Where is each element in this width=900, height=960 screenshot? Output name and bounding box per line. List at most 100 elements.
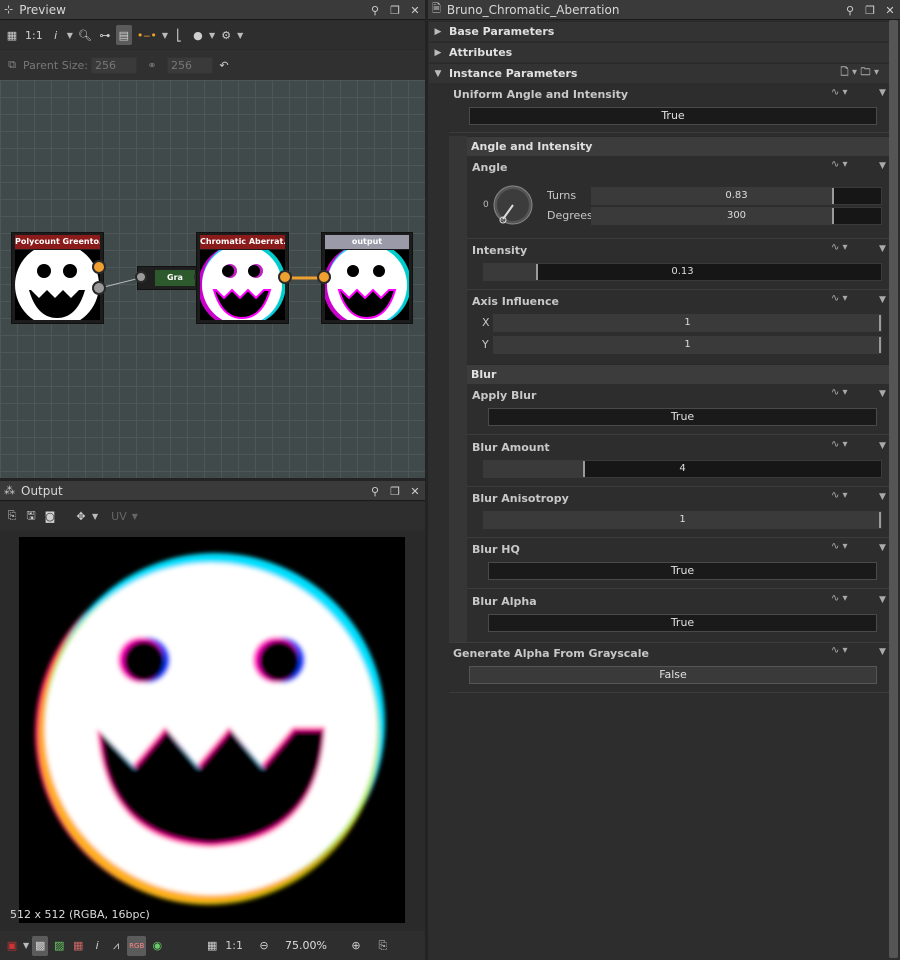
zoom-icon[interactable]: 🔍︎ — [76, 25, 94, 45]
copy-image-icon[interactable]: ⎘ — [4, 506, 20, 526]
bake-icon[interactable]: ● — [190, 25, 206, 45]
param-function-icon[interactable]: ∿ ▾ — [831, 593, 848, 604]
param-function-icon[interactable]: ∿ ▾ — [831, 439, 848, 450]
pin-icon[interactable]: ⚲ — [842, 2, 858, 18]
info-dropdown-icon[interactable]: ▼ — [67, 31, 73, 40]
section-instance-parameters[interactable]: ▼ Instance Parameters 🗋 ▾ 🗀 ▾ — [429, 63, 889, 83]
output-port-orange[interactable] — [92, 260, 106, 274]
input-port[interactable] — [135, 271, 147, 283]
node-title: Chromatic Aberrat... — [200, 235, 285, 249]
float-icon[interactable]: ❐ — [387, 2, 403, 18]
param-collapse-icon[interactable]: ▼ — [879, 492, 886, 502]
link-elbow-icon[interactable]: ⎣ — [171, 25, 187, 45]
axis-y-slider[interactable]: 1 — [493, 336, 882, 354]
output-bottom-toolbar: ▣ ▼ ▩ ▨ ▦ i ⩘ RGB ◉ ▦ 1:1 ⊖ 75.00% ⊕ ⎘ — [0, 931, 425, 960]
ratio-button[interactable]: 1:1 — [223, 936, 245, 956]
channels-dropdown-icon[interactable]: ▼ — [92, 512, 98, 521]
node-chromatic-aberration[interactable]: Chromatic Aberrat... — [196, 232, 289, 324]
angle-dial[interactable] — [491, 183, 537, 229]
param-function-icon[interactable]: ∿ ▾ — [831, 293, 848, 304]
color-wheel-icon[interactable]: ◉ — [149, 936, 165, 956]
settings-gear-icon[interactable]: ⚙ — [218, 25, 234, 45]
axis-x-slider[interactable]: 1 — [493, 314, 882, 332]
input-port[interactable] — [317, 270, 331, 284]
section-attributes[interactable]: ▶ Attributes — [429, 42, 889, 62]
degrees-slider[interactable]: 300 — [591, 207, 882, 225]
section-blur[interactable]: ▼ Blur — [449, 364, 889, 384]
section-base-parameters[interactable]: ▶ Base Parameters — [429, 21, 889, 41]
zoom-in-icon[interactable]: ⊕ — [348, 936, 364, 956]
close-icon[interactable]: ✕ — [882, 2, 898, 18]
settings-dropdown-icon[interactable]: ▼ — [237, 31, 243, 40]
preset-icon[interactable]: 🗋 ▾ 🗀 ▾ — [840, 65, 879, 82]
lock-icon[interactable]: ⎘ — [375, 936, 391, 956]
frame-all-icon[interactable]: ▦ — [4, 25, 20, 45]
param-collapse-icon[interactable]: ▼ — [879, 595, 886, 605]
bake-dropdown-icon[interactable]: ▼ — [209, 31, 215, 40]
uv-dropdown-icon[interactable]: ▼ — [132, 512, 138, 521]
pin-icon[interactable]: ⚲ — [367, 2, 383, 18]
param-collapse-icon[interactable]: ▼ — [879, 295, 886, 305]
param-function-icon[interactable]: ∿ ▾ — [831, 645, 848, 656]
rgb-toggle-icon[interactable]: RGB — [127, 935, 147, 956]
node-polycount-source[interactable]: Polycount Greento... — [11, 232, 104, 324]
param-collapse-icon[interactable]: ▼ — [879, 161, 886, 171]
fit-icon[interactable]: ▦ — [204, 936, 220, 956]
param-function-icon[interactable]: ∿ ▾ — [831, 387, 848, 398]
info-button[interactable]: i — [48, 25, 64, 45]
float-icon[interactable]: ❐ — [387, 483, 403, 499]
blur-amount-slider[interactable]: 4 — [483, 460, 882, 478]
param-collapse-icon[interactable]: ▼ — [879, 244, 886, 254]
uv-button[interactable]: UV — [109, 506, 129, 526]
close-icon[interactable]: ✕ — [407, 2, 423, 18]
float-icon[interactable]: ❐ — [862, 2, 878, 18]
info-icon[interactable]: i — [89, 936, 105, 956]
save-image-icon[interactable]: 🖫 — [23, 506, 39, 526]
channels-icon[interactable]: ✥ — [73, 506, 89, 526]
reset-icon[interactable]: ↶ — [216, 55, 232, 75]
param-function-icon[interactable]: ∿ ▾ — [831, 87, 848, 98]
turns-slider[interactable]: 0.83 — [591, 187, 882, 205]
output-port[interactable] — [278, 270, 292, 284]
node-output[interactable]: output — [321, 232, 413, 324]
link-style-icon[interactable]: •‒• — [135, 25, 159, 45]
section-angle-intensity[interactable]: ▼ Angle and Intensity — [449, 136, 889, 156]
uniform-toggle[interactable]: True — [469, 107, 877, 125]
apply-blur-toggle[interactable]: True — [488, 408, 877, 426]
intensity-slider[interactable]: 0.13 — [483, 263, 882, 281]
param-collapse-icon[interactable]: ▼ — [879, 441, 886, 451]
param-function-icon[interactable]: ∿ ▾ — [831, 490, 848, 501]
rgb-channels-icon[interactable]: ▨ — [51, 936, 67, 956]
blur-alpha-toggle[interactable]: True — [488, 614, 877, 632]
color-mode-icon[interactable]: ▣ — [4, 936, 20, 956]
blur-anisotropy-slider[interactable]: 1 — [483, 511, 882, 529]
layout-icon[interactable]: ⊶ — [97, 25, 113, 45]
node-graph[interactable]: Polycount Greento... Gra Chromatic Aberr… — [0, 80, 425, 478]
tile-icon[interactable]: ▦ — [70, 936, 86, 956]
ratio-button[interactable]: 1:1 — [23, 25, 45, 45]
color-mode-dropdown-icon[interactable]: ▼ — [23, 941, 29, 950]
output-viewport[interactable]: 512 x 512 (RGBA, 16bpc) — [0, 531, 425, 928]
parent-width-input[interactable]: 256 — [91, 56, 137, 74]
param-collapse-icon[interactable]: ▼ — [879, 88, 886, 98]
param-collapse-icon[interactable]: ▼ — [879, 543, 886, 553]
param-function-icon[interactable]: ∿ ▾ — [831, 242, 848, 253]
link-style-dropdown-icon[interactable]: ▼ — [162, 31, 168, 40]
param-function-icon[interactable]: ∿ ▾ — [831, 541, 848, 552]
zoom-out-icon[interactable]: ⊖ — [256, 936, 272, 956]
checker-bg-icon[interactable]: ▩ — [32, 935, 49, 956]
generate-alpha-toggle[interactable]: False — [469, 666, 877, 684]
output-port-grey[interactable] — [92, 281, 106, 295]
param-collapse-icon[interactable]: ▼ — [879, 389, 886, 399]
inspector-scrollbar[interactable] — [889, 20, 898, 958]
blur-hq-toggle[interactable]: True — [488, 562, 877, 580]
pin-icon[interactable]: ⚲ — [367, 483, 383, 499]
parent-height-input[interactable]: 256 — [167, 56, 213, 74]
link-icon[interactable]: ⚭ — [144, 55, 160, 75]
close-icon[interactable]: ✕ — [407, 483, 423, 499]
histogram-icon[interactable]: ⩘ — [108, 936, 124, 956]
camera-icon[interactable]: ◙ — [42, 506, 58, 526]
frames-icon[interactable]: ▤ — [115, 25, 132, 45]
param-function-icon[interactable]: ∿ ▾ — [831, 159, 848, 170]
param-collapse-icon[interactable]: ▼ — [879, 647, 886, 657]
